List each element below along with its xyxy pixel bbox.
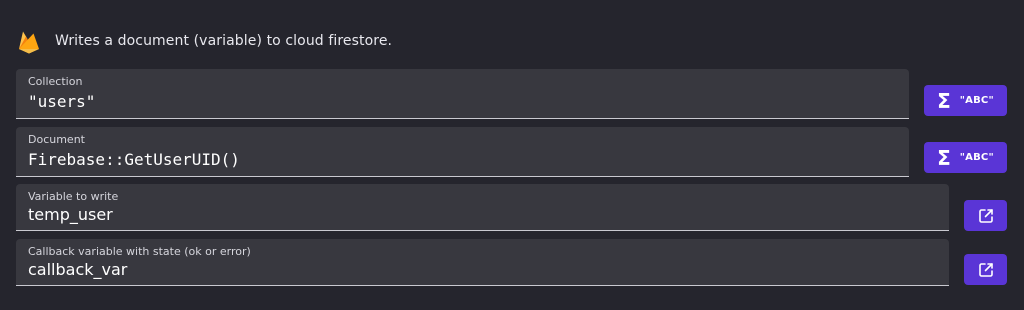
document-field[interactable]: Document Firebase::GetUserUID() [16,127,909,177]
callback-variable-label: Callback variable with state (ok or erro… [28,245,251,258]
callback-variable-field[interactable]: Callback variable with state (ok or erro… [16,239,949,286]
callback-variable-value[interactable]: callback_var [28,260,127,279]
document-expression-toggle-button[interactable]: Σ "ABC" [924,142,1007,173]
open-external-icon [978,262,993,277]
sigma-icon: Σ [937,88,951,113]
node-description: Writes a document (variable) to cloud fi… [55,33,393,49]
document-field-label: Document [28,133,85,146]
collection-expression-toggle-button[interactable]: Σ "ABC" [924,85,1007,116]
variable-to-write-label: Variable to write [28,190,119,203]
collection-field-label: Collection [28,75,83,88]
firebase-icon [19,31,39,54]
string-mode-label: "ABC" [959,95,994,106]
collection-field-value[interactable]: "users" [28,92,95,111]
variable-to-write-open-button[interactable] [964,200,1007,231]
variable-to-write-field[interactable]: Variable to write temp_user [16,184,949,231]
variable-to-write-value[interactable]: temp_user [28,205,113,224]
sigma-icon: Σ [937,145,951,170]
document-field-value[interactable]: Firebase::GetUserUID() [28,150,240,169]
collection-field[interactable]: Collection "users" [16,69,909,119]
header: Writes a document (variable) to cloud fi… [16,28,392,54]
open-external-icon [978,208,993,223]
callback-variable-open-button[interactable] [964,254,1007,285]
string-mode-label: "ABC" [959,152,994,163]
